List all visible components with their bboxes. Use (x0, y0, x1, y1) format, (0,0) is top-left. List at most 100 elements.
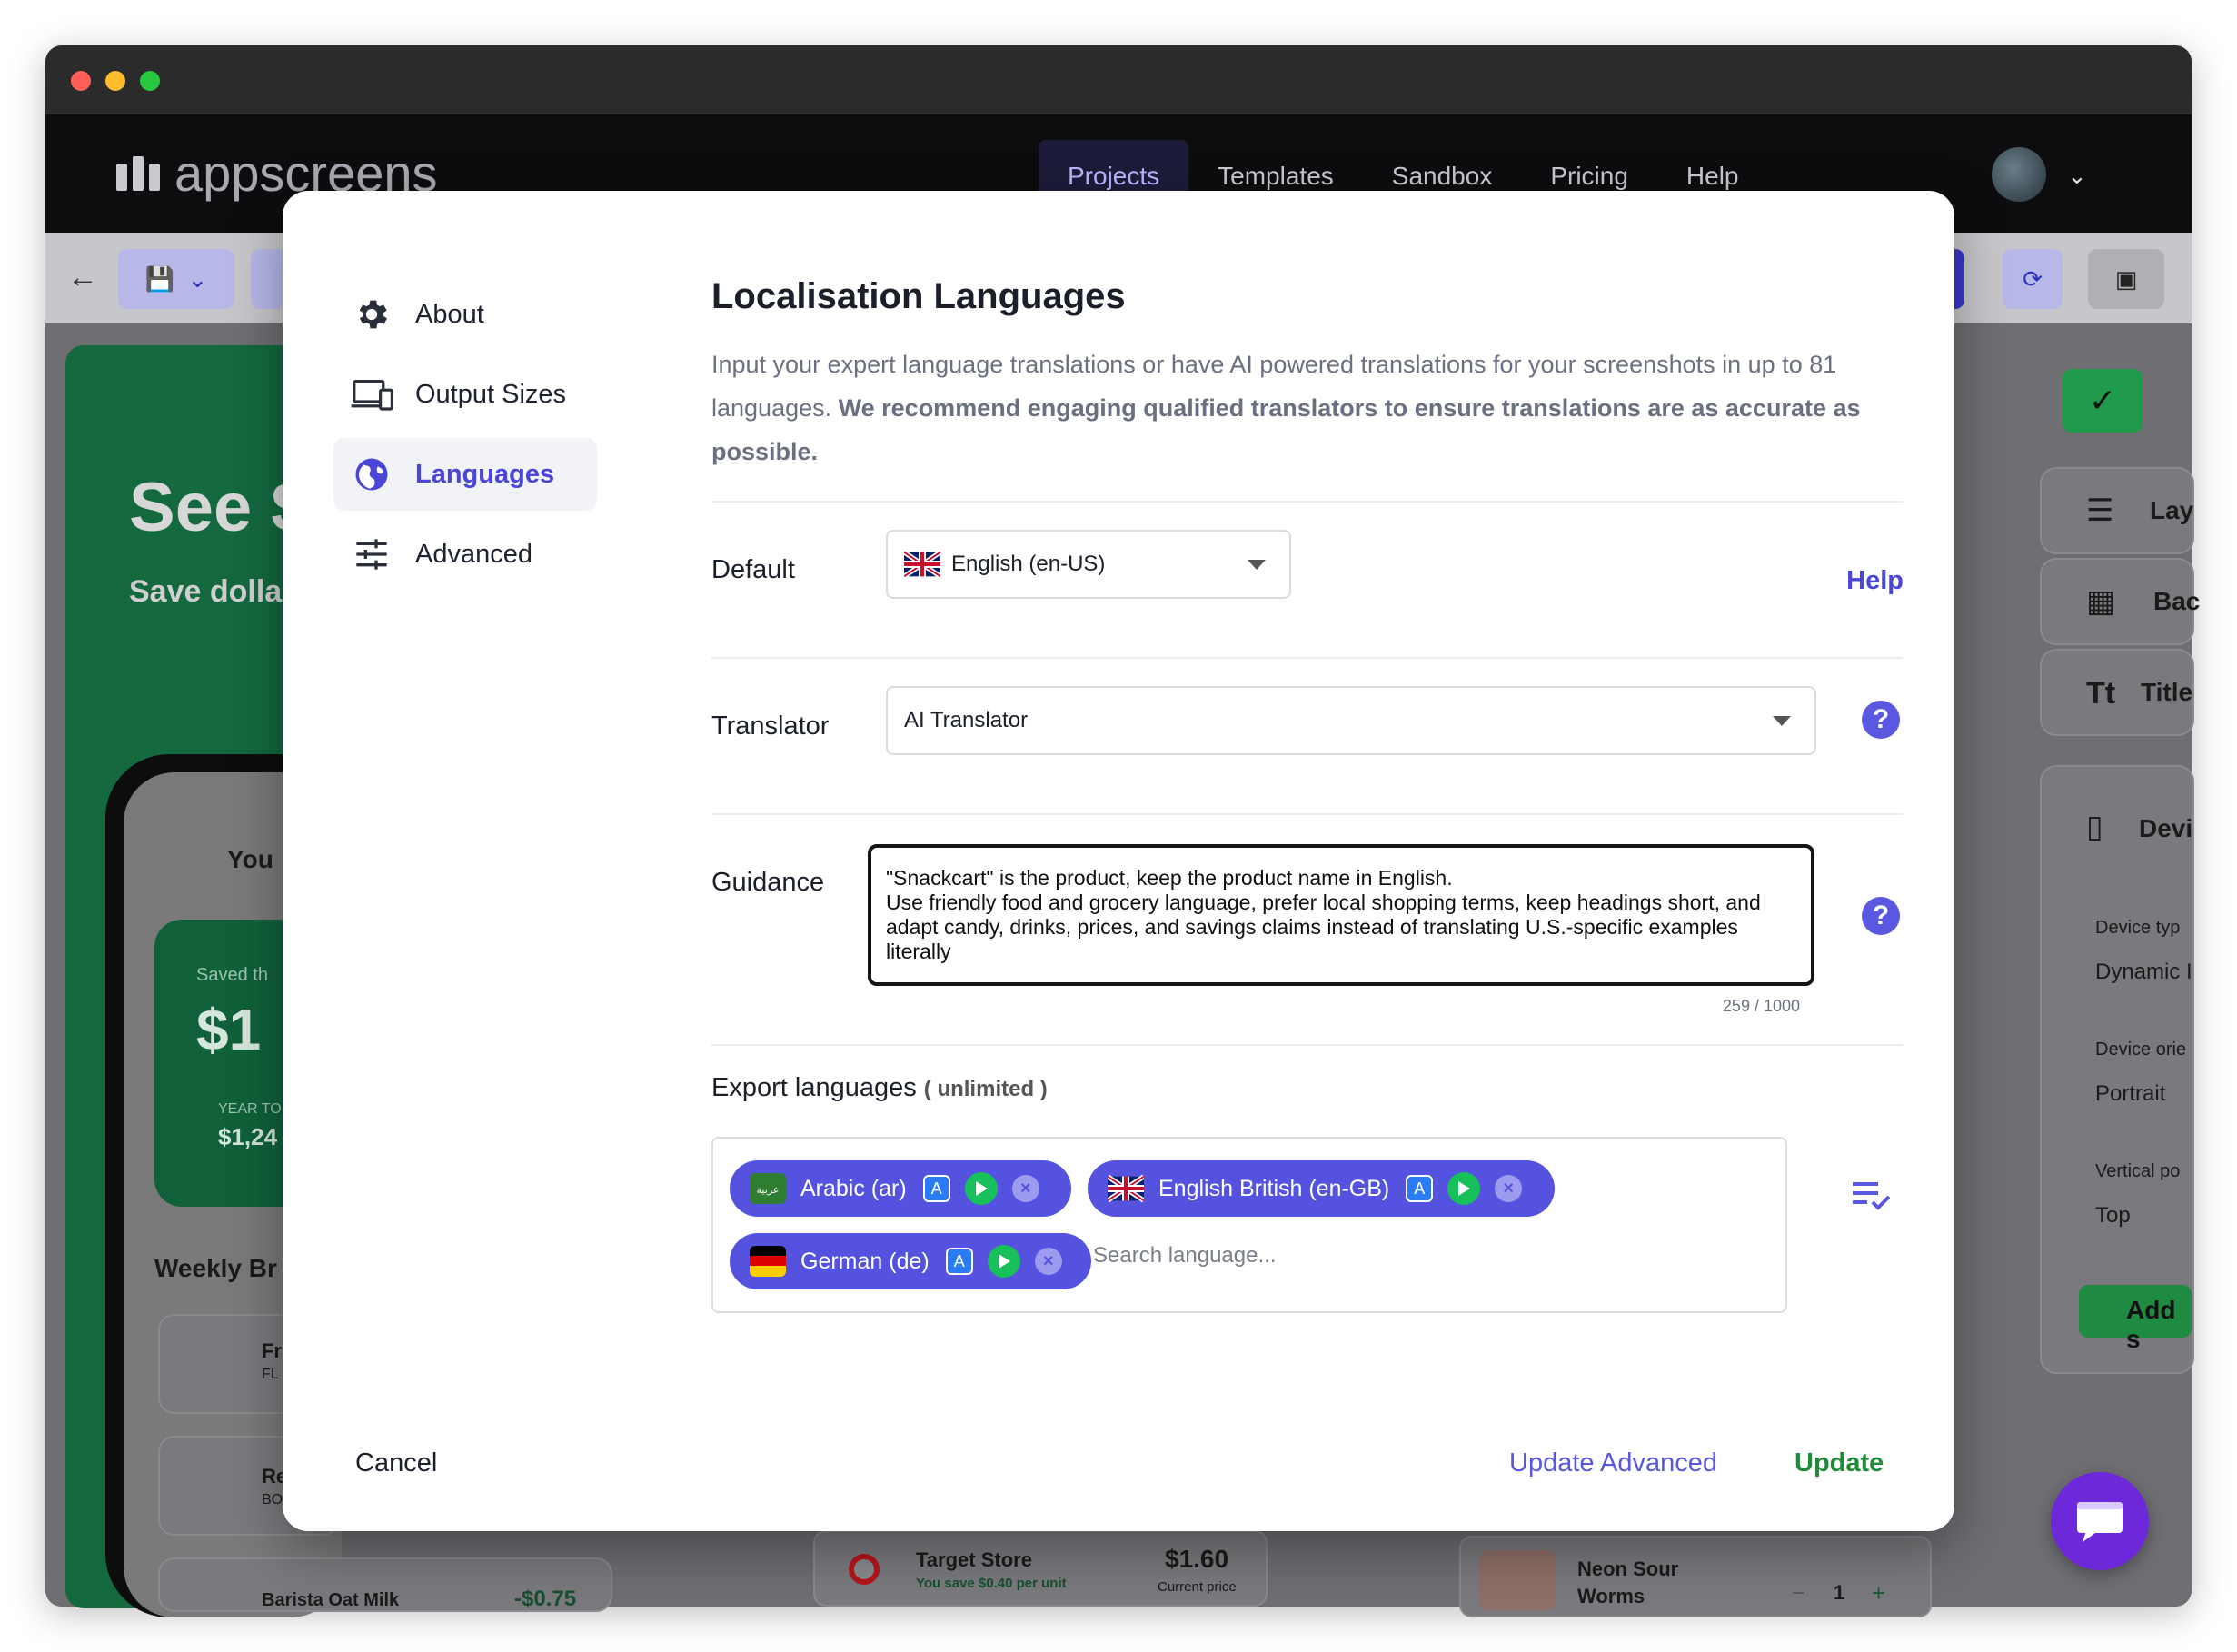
list-check-icon[interactable] (1849, 1177, 1893, 1213)
store-price: $1.60 (1165, 1545, 1229, 1573)
guidance-textarea[interactable]: "Snackcart" is the product, keep the pro… (868, 844, 1814, 986)
char-count: 259 / 1000 (1722, 997, 1800, 1015)
language-chip-german[interactable]: German (de) A × (730, 1233, 1091, 1289)
arabic-flag-icon: عربية (750, 1173, 786, 1204)
zoom-window-button[interactable] (140, 71, 160, 91)
add-screenshot-button[interactable]: Add s (2079, 1285, 2192, 1353)
gear-icon (350, 293, 393, 336)
default-label: Default (711, 555, 795, 584)
caret-down-icon (1773, 716, 1791, 726)
panel-layers: Lay (2150, 496, 2194, 524)
question-icon[interactable]: ? (1862, 897, 1900, 935)
remove-icon[interactable]: × (1495, 1175, 1523, 1202)
plus-icon[interactable]: + (1872, 1579, 1885, 1607)
translator-select[interactable]: AI Translator (886, 686, 1816, 755)
list-item-price: -$0.75 (514, 1587, 577, 1611)
app-store-icon: A (1406, 1175, 1434, 1202)
chat-button[interactable] (2051, 1472, 2149, 1570)
search-language-input[interactable] (1093, 1233, 1366, 1279)
export-languages-label: Export languages ( unlimited ) (711, 1073, 1048, 1103)
vertical-value[interactable]: Top (2095, 1203, 2131, 1229)
language-chip-arabic[interactable]: عربية Arabic (ar) A × (730, 1160, 1071, 1217)
languages-settings: Localisation Languages Input your expert… (711, 264, 1904, 1346)
caret-down-icon (1248, 560, 1266, 570)
chevron-down-icon[interactable]: ⌄ (2067, 162, 2087, 190)
languages-selector[interactable]: عربية Arabic (ar) A × English British (e… (711, 1137, 1787, 1313)
play-store-icon (1447, 1172, 1481, 1205)
language-chip-label: German (de) (800, 1248, 930, 1274)
device-orient-label: Device orie (2095, 1040, 2187, 1060)
description: Input your expert language translations … (711, 343, 1904, 473)
check-button[interactable]: ✓ (2063, 369, 2143, 433)
list-item-sub: FL (262, 1367, 279, 1382)
export-label-text: Export languages (711, 1073, 917, 1102)
export-note: ( unlimited ) (923, 1077, 1048, 1101)
menu-item-advanced[interactable]: Advanced (333, 518, 597, 591)
close-window-button[interactable] (71, 71, 91, 91)
play-store-icon (964, 1172, 998, 1205)
logo-icon (116, 155, 160, 191)
language-chip-label: English British (en-GB) (1158, 1175, 1390, 1201)
chevron-down-icon: ⌄ (187, 264, 208, 293)
play-store-icon (987, 1245, 1020, 1278)
sliders-icon (350, 532, 393, 576)
save-menu-button[interactable]: 💾 ⌄ (118, 249, 234, 309)
menu-item-languages[interactable]: Languages (333, 438, 597, 511)
card-label: Saved th (196, 965, 268, 985)
page-title: Localisation Languages (711, 276, 1126, 316)
focus-icon: ▣ (2114, 264, 2138, 293)
list-item-name: Fr (262, 1339, 282, 1362)
remove-icon[interactable]: × (1011, 1175, 1039, 1202)
german-flag-icon (750, 1246, 786, 1277)
title-bar (45, 45, 2192, 114)
question-icon[interactable]: ? (1862, 701, 1900, 739)
minus-icon[interactable]: − (1792, 1581, 1805, 1607)
remove-icon[interactable]: × (1034, 1248, 1062, 1275)
weekly-heading: Weekly Br (154, 1254, 277, 1282)
panel-background: Bac (2153, 587, 2201, 615)
menu-label-languages: Languages (415, 459, 555, 489)
text-icon: Tt (2086, 676, 2116, 711)
globe-icon (350, 453, 393, 496)
update-button[interactable]: Update (1795, 1448, 1884, 1478)
guidance-row: Guidance "Snackcart" is the product, kee… (711, 815, 1904, 1044)
back-arrow-icon[interactable]: ← (67, 260, 98, 295)
default-language-value: English (en-US) (951, 552, 1106, 576)
menu-item-about[interactable]: About (333, 278, 597, 351)
svg-text:عربية: عربية (757, 1184, 780, 1196)
panel-device: Devi (2139, 814, 2193, 842)
refresh-button[interactable]: ⟳ (2003, 249, 2063, 309)
cancel-button[interactable]: Cancel (355, 1448, 437, 1478)
product-qty: 1 (1834, 1581, 1845, 1604)
devices-icon (350, 373, 393, 416)
app-store-icon: A (945, 1248, 973, 1275)
list-item-sub: BO (262, 1492, 283, 1508)
product-thumbnail (1479, 1550, 1556, 1610)
settings-menu: About Output Sizes Languages Advanced (333, 278, 597, 598)
translator-label: Translator (711, 712, 830, 741)
target-logo-icon (849, 1554, 880, 1585)
chat-icon (2077, 1502, 2123, 1542)
phone-icon: ▯ (2086, 810, 2103, 844)
default-row: Default English (en-US) Help (711, 503, 1904, 657)
panel-title: Title (2141, 678, 2193, 706)
language-chip-english-british[interactable]: English British (en-GB) A × (1088, 1160, 1555, 1217)
uk-flag-icon (904, 549, 940, 580)
menu-item-output-sizes[interactable]: Output Sizes (333, 358, 597, 431)
menu-label-output-sizes: Output Sizes (415, 379, 567, 409)
device-orient-value[interactable]: Portrait (2095, 1081, 2165, 1107)
store-name: Target Store (916, 1548, 1032, 1571)
product-name: Neon Sour Worms (1577, 1557, 1679, 1607)
toolbar-button[interactable] (251, 249, 287, 309)
phone-title: You (227, 845, 273, 873)
help-link[interactable]: Help (1846, 566, 1904, 596)
minimize-window-button[interactable] (105, 71, 125, 91)
guidance-label: Guidance (711, 868, 825, 897)
update-advanced-button[interactable]: Update Advanced (1509, 1448, 1717, 1478)
device-type-value[interactable]: Dynamic I (2095, 960, 2192, 985)
screenshot-button[interactable]: ▣ (2088, 249, 2164, 309)
default-language-select[interactable]: English (en-US) (886, 530, 1291, 599)
avatar[interactable] (1992, 147, 2046, 202)
check-icon: ✓ (2088, 382, 2117, 419)
layers-icon: ☰ (2086, 493, 2114, 528)
